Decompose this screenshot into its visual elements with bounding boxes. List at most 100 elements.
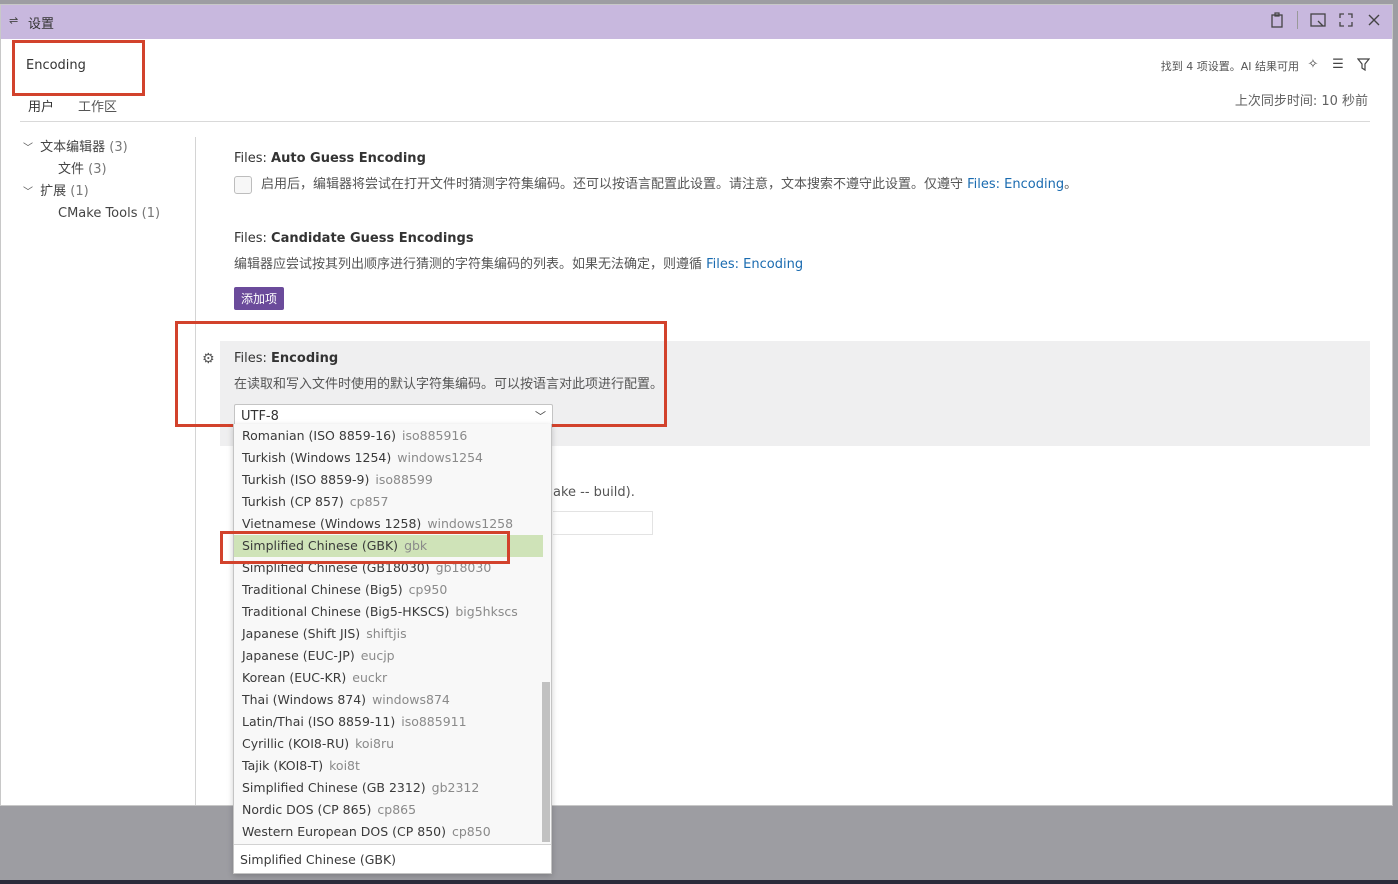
dropdown-option-label: Tajik (KOI8-T): [242, 758, 324, 773]
setting-description: 启用后，编辑器将尝试在打开文件时猜测字符集编码。还可以按语言配置此设置。请注意，…: [234, 173, 1077, 194]
dropdown-option-alias: cp857: [349, 494, 389, 509]
add-item-button[interactable]: 添加项: [234, 287, 285, 310]
dropdown-option-label: Turkish (ISO 8859-9): [242, 472, 370, 487]
taskbar-edge: [0, 880, 1398, 884]
dropdown-option-alias: gbk: [404, 538, 428, 553]
dropdown-option-label: Simplified Chinese (GB 2312): [242, 780, 426, 795]
dropdown-option[interactable]: Latin/Thai (ISO 8859-11) iso885911: [234, 711, 543, 733]
dropdown-option-label: Traditional Chinese (Big5): [242, 582, 403, 597]
dropdown-option-label: Simplified Chinese (GB18030): [242, 560, 430, 575]
setting-title: Files: Encoding: [234, 351, 339, 366]
dropdown-option-alias: gb2312: [431, 780, 480, 795]
dropdown-footer: Simplified Chinese (GBK): [234, 844, 551, 873]
dropdown-option-label: Cyrillic (KOI8-RU): [242, 736, 350, 751]
dropdown-scrollbar-thumb[interactable]: [542, 682, 550, 842]
toc-item-text-editor[interactable]: ﹀ 文本编辑器 (3): [20, 137, 190, 159]
dropdown-option-label: Korean (EUC-KR): [242, 670, 347, 685]
dropdown-option[interactable]: Nordic DOS (CP 865) cp865: [234, 799, 543, 821]
toc-item-files[interactable]: 文件 (3): [20, 159, 190, 181]
title-separator: [1297, 11, 1298, 29]
search-actions: ✧ ☰: [1305, 55, 1371, 73]
dropdown-option[interactable]: Japanese (EUC-JP) eucjp: [234, 645, 543, 667]
close-icon[interactable]: [1366, 11, 1382, 29]
dropdown-option-alias: windows1254: [397, 450, 484, 465]
dropdown-option[interactable]: Simplified Chinese (GB18030) gb18030: [234, 557, 543, 579]
dropdown-option-label: Latin/Thai (ISO 8859-11): [242, 714, 396, 729]
dropdown-option-label: Romanian (ISO 8859-16): [242, 428, 396, 443]
dropdown-option-label: Turkish (Windows 1254): [242, 450, 392, 465]
ai-sparkle-icon[interactable]: ✧: [1305, 55, 1321, 73]
search-bar: 找到 4 项设置。AI 结果可用 ✧ ☰: [15, 52, 1375, 78]
dropdown-option[interactable]: Korean (EUC-KR) euckr: [234, 667, 543, 689]
dropdown-option-alias: iso885911: [401, 714, 467, 729]
cmake-setting-description: ake -- build).: [553, 485, 635, 500]
settings-scope-tabs: 用户 工作区: [20, 95, 125, 122]
title-actions: [1269, 11, 1382, 29]
toc-item-extensions[interactable]: ﹀ 扩展 (1): [20, 181, 190, 203]
setting-candidate-guess-encodings: Files: Candidate Guess Encodings 编辑器应尝试按…: [234, 231, 803, 310]
dropdown-option[interactable]: Traditional Chinese (Big5-HKSCS) big5hksc…: [234, 601, 543, 623]
dropdown-option[interactable]: Japanese (Shift JIS) shiftjis: [234, 623, 543, 645]
dropdown-option[interactable]: Turkish (ISO 8859-9) iso88599: [234, 469, 543, 491]
dropdown-option[interactable]: Turkish (CP 857) cp857: [234, 491, 543, 513]
setting-description: 在读取和写入文件时使用的默认字符集编码。可以按语言对此项进行配置。: [234, 377, 664, 392]
encoding-dropdown-list: Romanian (ISO 8859-16) iso885916 Turkish (…: [233, 424, 552, 874]
dropdown-option-alias: windows1258: [427, 516, 514, 531]
dropdown-option[interactable]: Cyrillic (KOI8-RU) koi8ru: [234, 733, 543, 755]
setting-title: Files: Candidate Guess Encodings: [234, 231, 474, 246]
encoding-select-value: UTF-8: [241, 409, 279, 424]
dropdown-option-label: Thai (Windows 874): [242, 692, 367, 707]
settings-toc: ﹀ 文本编辑器 (3) 文件 (3) ﹀ 扩展 (1) CMake Tools …: [20, 137, 190, 225]
dropdown-option[interactable]: Western European DOS (CP 850) cp850: [234, 821, 543, 843]
dropdown-option[interactable]: Simplified Chinese (GB 2312) gb2312: [234, 777, 543, 799]
maximize-icon[interactable]: [1338, 11, 1354, 29]
search-result-status: 找到 4 项设置。AI 结果可用: [1160, 60, 1299, 73]
tabs-divider: [20, 121, 1370, 122]
dropdown-option-alias: euckr: [352, 670, 388, 685]
settings-icon: ⇌: [9, 14, 19, 27]
dropdown-option[interactable]: Tajik (KOI8-T) koi8t: [234, 755, 543, 777]
dropdown-option-label: Simplified Chinese (GBK): [242, 538, 399, 553]
gear-icon[interactable]: ⚙: [202, 351, 215, 367]
files-encoding-link[interactable]: Files: Encoding: [706, 257, 803, 272]
toc-item-cmake-tools[interactable]: CMake Tools (1): [20, 203, 190, 225]
filter-icon[interactable]: [1355, 55, 1371, 73]
dropdown-scrollbar[interactable]: [541, 424, 551, 842]
dropdown-option[interactable]: Vietnamese (Windows 1258) windows1258: [234, 513, 543, 535]
settings-window: ⇌ 设置 找到 4 项设置。AI 结果可用 ✧ ☰: [0, 4, 1393, 806]
files-encoding-link[interactable]: Files: Encoding: [967, 177, 1064, 192]
search-input[interactable]: [15, 52, 1126, 78]
dropdown-option[interactable]: Thai (Windows 874) windows874: [234, 689, 543, 711]
title-bar: ⇌ 设置: [1, 5, 1392, 39]
dropdown-option[interactable]: Simplified Chinese (GBK) gbk: [234, 535, 543, 557]
open-json-icon[interactable]: [1269, 11, 1285, 29]
tab-user[interactable]: 用户: [20, 95, 63, 122]
window-title: 设置: [28, 17, 55, 32]
setting-title: Files: Auto Guess Encoding: [234, 151, 426, 166]
dropdown-option[interactable]: Romanian (ISO 8859-16) iso885916: [234, 425, 543, 447]
dropdown-option[interactable]: Traditional Chinese (Big5) cp950: [234, 579, 543, 601]
setting-auto-guess-encoding: Files: Auto Guess Encoding 启用后，编辑器将尝试在打开…: [234, 151, 1077, 194]
dropdown-option-alias: windows874: [372, 692, 450, 707]
toc-divider: [195, 137, 196, 805]
auto-guess-checkbox[interactable]: [234, 175, 252, 194]
dropdown-option-label: Turkish (CP 857): [242, 494, 344, 509]
split-editor-icon[interactable]: [1310, 11, 1326, 29]
dropdown-option-label: Japanese (EUC-JP): [242, 648, 355, 663]
clear-filter-icon[interactable]: ☰: [1330, 55, 1346, 73]
dropdown-option-label: Japanese (Shift JIS): [242, 626, 361, 641]
chevron-down-icon: ﹀: [535, 410, 546, 423]
tab-workspace[interactable]: 工作区: [70, 95, 125, 122]
dropdown-option[interactable]: Turkish (Windows 1254) windows1254: [234, 447, 543, 469]
dropdown-option-alias: koi8t: [329, 758, 360, 773]
chevron-down-icon: ﹀: [23, 187, 33, 198]
setting-description: 编辑器应尝试按其列出顺序进行猜测的字符集编码的列表。如果无法确定，则遵循 Fil…: [234, 257, 804, 272]
dropdown-option-alias: iso885916: [401, 428, 468, 443]
dropdown-option-label: Traditional Chinese (Big5-HKSCS): [242, 604, 450, 619]
dropdown-option-alias: cp865: [377, 802, 417, 817]
cmake-setting-input[interactable]: [553, 511, 653, 535]
dropdown-option-label: Western European DOS (CP 850): [242, 824, 446, 839]
dropdown-option-label: Vietnamese (Windows 1258): [242, 516, 422, 531]
dropdown-footer-label: Simplified Chinese (GBK): [240, 852, 397, 867]
dropdown-option-alias: eucjp: [360, 648, 395, 663]
